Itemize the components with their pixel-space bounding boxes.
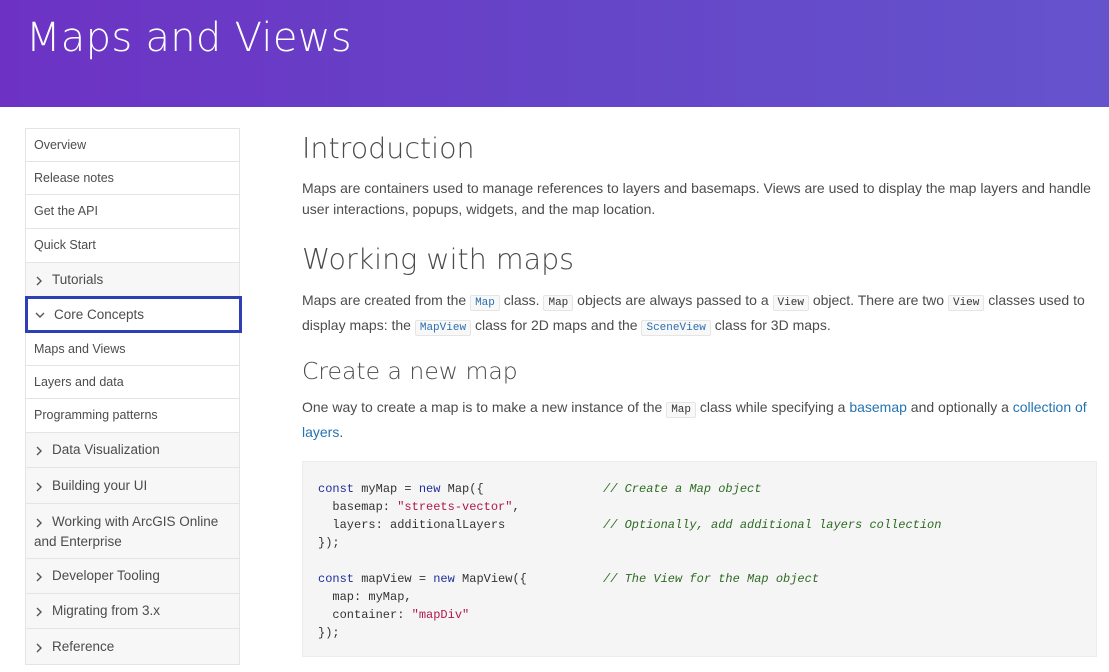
chevron-right-icon <box>35 518 43 528</box>
text-fragment: Maps are created from the <box>302 292 467 308</box>
code-line: container: "mapDiv" <box>318 608 470 622</box>
chevron-down-icon <box>35 311 45 319</box>
sidebar-item-tutorials[interactable]: Tutorials <box>25 263 240 298</box>
sidebar-item-data-visualization[interactable]: Data Visualization <box>25 433 240 468</box>
sidebar-item-migrating-from-3x[interactable]: Migrating from 3.x <box>25 594 240 629</box>
sidebar-item-layers-and-data[interactable]: Layers and data <box>25 366 240 399</box>
sidebar-item-get-the-api[interactable]: Get the API <box>25 195 240 229</box>
chevron-right-icon <box>35 607 43 617</box>
code-line: }); <box>318 536 340 550</box>
code-line: }); <box>318 626 340 640</box>
sidebar-item-label: Programming patterns <box>34 408 158 422</box>
sidebar-item-maps-and-views[interactable]: Maps and Views <box>25 333 240 366</box>
text-fragment: objects are always passed to a <box>577 292 769 308</box>
text-fragment: and optionally a <box>910 399 1009 415</box>
working-with-maps-paragraph: Maps are created from the Map class. Map… <box>302 289 1092 339</box>
sidebar-item-reference[interactable]: Reference <box>25 629 240 665</box>
text-fragment: class for 2D maps and the <box>474 317 638 333</box>
sidebar-item-label: Quick Start <box>34 238 96 252</box>
sidebar-item-label: Release notes <box>34 171 114 185</box>
code-line: const mapView = new MapView({// The View… <box>318 572 820 586</box>
chevron-right-icon <box>35 482 43 492</box>
sidebar-item-label: Data Visualization <box>52 442 160 457</box>
code-comment: // Create a Map object <box>603 482 762 496</box>
text-fragment: class for 3D maps. <box>714 317 831 333</box>
sidebar-item-working-with-arcgis-online[interactable]: Working with ArcGIS Online and Enterpris… <box>25 504 240 559</box>
sidebar-item-label: Working with ArcGIS Online <box>52 514 219 529</box>
sidebar-item-label: Tutorials <box>52 272 104 287</box>
inline-code-view: View <box>772 295 809 311</box>
text-fragment: class. <box>503 292 540 308</box>
page-title: Maps and Views <box>26 15 352 61</box>
text-fragment: object. There are two <box>812 292 945 308</box>
sidebar-item-label: Get the API <box>34 204 98 218</box>
sidebar-item-developer-tooling[interactable]: Developer Tooling <box>25 559 240 594</box>
chevron-right-icon <box>35 276 43 286</box>
text-fragment: class while specifying a <box>699 399 846 415</box>
inline-code-mapview: MapView <box>414 320 472 336</box>
inline-code-map: Map <box>666 402 697 418</box>
sidebar-item-label: Overview <box>34 138 87 152</box>
sidebar-item-label: Developer Tooling <box>52 568 160 583</box>
inline-code-map: Map <box>470 295 500 311</box>
create-new-map-paragraph: One way to create a map is to make a new… <box>302 396 1092 443</box>
inline-code-view: View <box>947 295 985 311</box>
sidebar-item-building-your-ui[interactable]: Building your UI <box>25 468 240 504</box>
chevron-right-icon <box>35 446 43 456</box>
sidebar-item-label-line2: and Enterprise <box>34 534 122 549</box>
inline-code-map: Map <box>543 295 574 311</box>
sidebar-item-label: Migrating from 3.x <box>52 603 161 618</box>
create-new-map-heading: Create a new map <box>302 357 518 385</box>
sidebar-item-release-notes[interactable]: Release notes <box>25 162 240 195</box>
code-line: map: myMap, <box>318 590 412 604</box>
working-with-maps-heading: Working with maps <box>302 243 575 276</box>
code-block[interactable]: const myMap = new Map({// Create a Map o… <box>302 461 1097 657</box>
sidebar-item-label: Core Concepts <box>54 307 145 322</box>
chevron-right-icon <box>35 572 43 582</box>
sidebar-item-label: Reference <box>52 639 115 654</box>
text-fragment: . <box>339 424 344 440</box>
basemap-link[interactable]: basemap <box>849 399 907 415</box>
intro-paragraph: Maps are containers used to manage refer… <box>302 180 1091 217</box>
sidebar-item-label: Layers and data <box>34 375 124 389</box>
page-header-banner: Maps and Views <box>0 0 1109 107</box>
code-comment: // The View for the Map object <box>603 572 820 586</box>
sidebar-item-quick-start[interactable]: Quick Start <box>25 229 240 263</box>
sidebar-item-label: Building your UI <box>52 478 148 493</box>
sidebar-item-overview[interactable]: Overview <box>25 128 240 162</box>
text-fragment: One way to create a map is to make a new… <box>302 399 663 415</box>
inline-code-sceneview: SceneView <box>641 320 711 336</box>
chevron-right-icon <box>35 643 43 653</box>
code-line: basemap: "streets-vector", <box>318 500 520 514</box>
sidebar-item-core-concepts[interactable]: Core Concepts <box>25 296 242 333</box>
sidebar-item-programming-patterns[interactable]: Programming patterns <box>25 399 240 433</box>
sidebar-item-label: Maps and Views <box>34 342 126 356</box>
code-line: const myMap = new Map({// Create a Map o… <box>318 482 762 496</box>
code-line: layers: additionalLayers// Optionally, a… <box>318 518 942 532</box>
intro-heading: Introduction <box>302 132 475 165</box>
code-comment: // Optionally, add additional layers col… <box>603 518 942 532</box>
